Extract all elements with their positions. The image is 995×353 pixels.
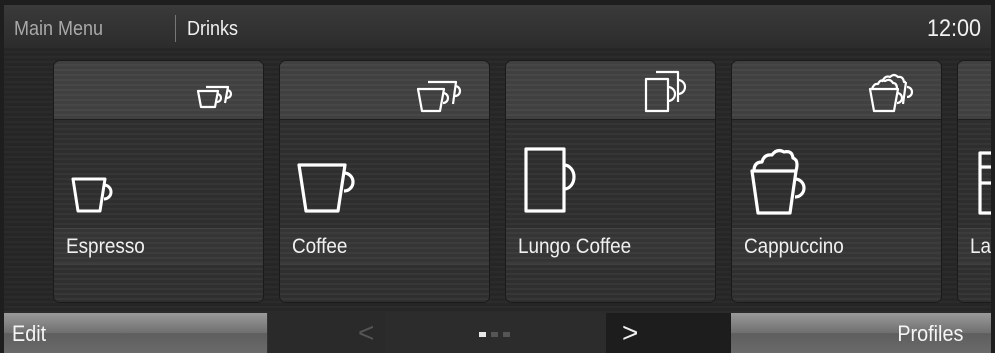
double-espresso-icon [196, 85, 233, 109]
page-indicator [385, 313, 606, 353]
coffee-cup-icon [297, 163, 355, 213]
double-coffee-icon [416, 80, 462, 113]
cappuccino-cup-icon [750, 148, 806, 215]
tile-header [958, 61, 991, 120]
previous-page-button[interactable]: < [268, 313, 385, 353]
bottom-bar: Edit < > Profiles [4, 313, 991, 353]
drink-tile-latte[interactable]: La [958, 61, 991, 302]
page-title: Drinks [187, 18, 239, 40]
breadcrumb-separator [175, 15, 176, 42]
edit-button[interactable]: Edit [4, 313, 268, 353]
double-lungo-icon [644, 70, 687, 113]
drink-label: Cappuccino [744, 235, 844, 258]
chevron-right-icon: > [622, 317, 639, 348]
drink-tile-lungo-coffee[interactable]: Lungo Coffee [506, 61, 715, 302]
drink-label: Lungo Coffee [518, 235, 632, 258]
profiles-button-label: Profiles [896, 321, 963, 346]
lungo-mug-icon [524, 147, 576, 213]
top-bar: Main Menu Drinks 12:00 [4, 5, 991, 49]
espresso-cup-icon [71, 177, 113, 213]
drink-tile-cappuccino[interactable]: Cappuccino [732, 61, 941, 302]
drink-tile-espresso[interactable]: Espresso [54, 61, 263, 302]
drink-label: Espresso [66, 235, 145, 258]
drink-label: Coffee [292, 235, 348, 258]
page-dot [491, 332, 498, 337]
page-dot-active [479, 332, 486, 337]
drink-label: La [970, 235, 991, 258]
pager: < > [268, 313, 730, 353]
drink-tile-coffee[interactable]: Coffee [280, 61, 489, 302]
drinks-carousel: Espresso Coffee Lungo Coffee Cappuccino … [4, 48, 991, 313]
edit-button-label: Edit [12, 321, 47, 346]
next-page-button[interactable]: > [606, 313, 730, 353]
clock: 12:00 [926, 15, 981, 42]
double-cappuccino-icon [868, 73, 914, 113]
page-dot [503, 332, 510, 337]
chevron-left-icon: < [358, 317, 375, 348]
latte-glass-icon [978, 151, 991, 215]
profiles-button[interactable]: Profiles [731, 313, 991, 353]
breadcrumb-main-menu[interactable]: Main Menu [14, 18, 103, 41]
